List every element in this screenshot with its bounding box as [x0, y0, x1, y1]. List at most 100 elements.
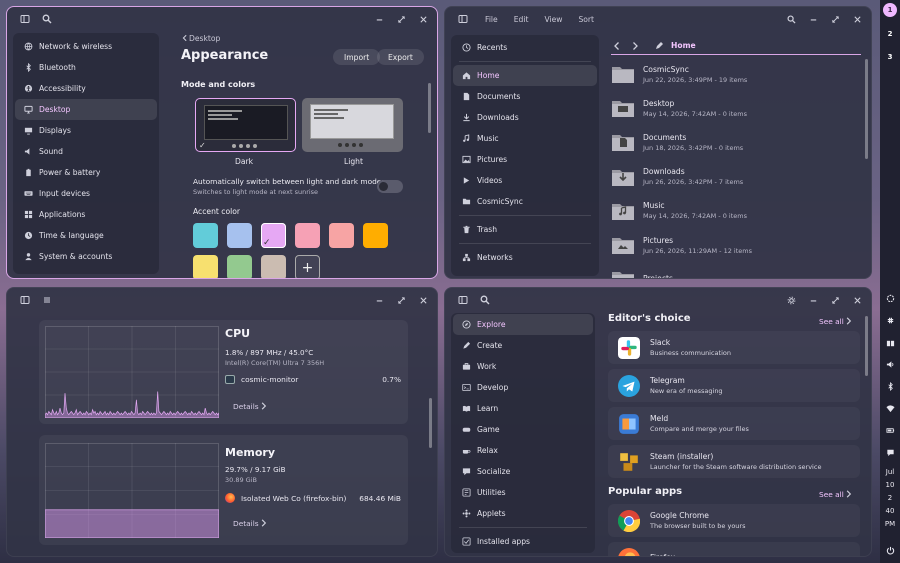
menu-edit[interactable]: Edit: [514, 15, 529, 24]
clock[interactable]: Jul 10 2 40 PM: [880, 466, 900, 531]
maximize-icon[interactable]: [395, 13, 407, 25]
close-icon[interactable]: [851, 294, 863, 306]
sidebar-toggle-icon[interactable]: [457, 13, 469, 25]
sidebar-item-pictures[interactable]: Pictures: [453, 149, 597, 170]
close-icon[interactable]: [417, 13, 429, 25]
menu-file[interactable]: File: [485, 15, 498, 24]
sidebar-item-installed-apps[interactable]: Installed apps: [453, 531, 593, 552]
forward-arrow-icon[interactable]: [629, 40, 641, 52]
sidebar-item-network-wireless[interactable]: Network & wireless: [15, 36, 157, 57]
list-item[interactable]: Desktop May 14, 2026, 7:42AM - 0 items: [611, 93, 859, 123]
light-theme-preview[interactable]: [302, 98, 403, 152]
sidebar-item-applets[interactable]: Applets: [453, 503, 593, 524]
slack-tray-icon[interactable]: [884, 314, 896, 326]
files-scrollbar[interactable]: [865, 59, 868, 159]
edit-path-icon[interactable]: [653, 40, 665, 52]
volume-icon[interactable]: [884, 358, 896, 370]
sidebar-item-explore[interactable]: Explore: [453, 314, 593, 335]
power-icon[interactable]: [884, 544, 896, 556]
battery-icon[interactable]: [884, 424, 896, 436]
workspace-1[interactable]: 1: [883, 3, 897, 17]
sidebar-item-downloads[interactable]: Downloads: [453, 107, 597, 128]
settings-scrollbar[interactable]: [428, 83, 431, 133]
wifi-icon[interactable]: [884, 402, 896, 414]
app-card-steam-installer-[interactable]: Steam (installer) Launcher for the Steam…: [608, 445, 860, 478]
accent-swatch[interactable]: [227, 255, 252, 278]
minimize-icon[interactable]: [373, 13, 385, 25]
app-card-meld[interactable]: Meld Compare and merge your files: [608, 407, 860, 440]
sidebar-item-cosmicsync[interactable]: CosmicSync: [453, 191, 597, 212]
accent-swatch[interactable]: [329, 223, 354, 248]
search-icon[interactable]: [785, 13, 797, 25]
search-icon[interactable]: [479, 294, 491, 306]
sidebar-item-home[interactable]: Home: [453, 65, 597, 86]
list-item[interactable]: CosmicSync Jun 22, 2026, 3:49PM - 19 ite…: [611, 59, 859, 89]
auto-switch-toggle[interactable]: [377, 180, 403, 193]
accent-swatch[interactable]: [227, 223, 252, 248]
accent-swatch[interactable]: ✓: [261, 223, 286, 248]
search-icon[interactable]: [41, 13, 53, 25]
import-button[interactable]: Import: [333, 49, 381, 65]
menu-sort[interactable]: Sort: [578, 15, 594, 24]
sidebar-item-networks[interactable]: Networks: [453, 247, 597, 268]
accent-swatch[interactable]: [363, 223, 388, 248]
sidebar-item-input-devices[interactable]: Input devices: [15, 183, 157, 204]
maximize-icon[interactable]: [829, 294, 841, 306]
apps-icon[interactable]: [884, 292, 896, 304]
minimize-icon[interactable]: [373, 294, 385, 306]
sidebar-item-videos[interactable]: Videos: [453, 170, 597, 191]
sidebar-item-time-language[interactable]: Time & language: [15, 225, 157, 246]
sidebar-item-trash[interactable]: Trash: [453, 219, 597, 240]
maximize-icon[interactable]: [395, 294, 407, 306]
bluetooth-icon[interactable]: [884, 380, 896, 392]
app-card-firefox[interactable]: Firefox: [608, 542, 860, 556]
sidebar-item-desktop[interactable]: Desktop: [15, 99, 157, 120]
sidebar-toggle-icon[interactable]: [19, 13, 31, 25]
accent-swatch[interactable]: [295, 223, 320, 248]
workspace-2[interactable]: 2: [883, 27, 897, 41]
monitor-scrollbar[interactable]: [429, 398, 432, 448]
sidebar-item-sound[interactable]: Sound: [15, 141, 157, 162]
sidebar-item-power-battery[interactable]: Power & battery: [15, 162, 157, 183]
list-item[interactable]: Projects: [611, 264, 859, 278]
accent-swatch[interactable]: [193, 255, 218, 278]
sidebar-item-system-accounts[interactable]: System & accounts: [15, 246, 157, 267]
cpu-details-link[interactable]: Details: [233, 400, 268, 412]
sidebar-item-music[interactable]: Music: [453, 128, 597, 149]
sidebar-item-documents[interactable]: Documents: [453, 86, 597, 107]
accent-swatch[interactable]: [261, 255, 286, 278]
maximize-icon[interactable]: [829, 13, 841, 25]
app-card-slack[interactable]: Slack Business communication: [608, 331, 860, 364]
sidebar-item-socialize[interactable]: Socialize: [453, 461, 593, 482]
store-scrollbar[interactable]: [865, 316, 868, 376]
sidebar-item-utilities[interactable]: Utilities: [453, 482, 593, 503]
sidebar-item-recents[interactable]: Recents: [453, 37, 597, 58]
workspace-3[interactable]: 3: [883, 50, 897, 64]
menu-icon[interactable]: [41, 294, 53, 306]
path-label[interactable]: Home: [671, 41, 696, 50]
list-item[interactable]: Downloads Jun 26, 2026, 3:42PM - 7 items: [611, 162, 859, 192]
sidebar-item-work[interactable]: Work: [453, 356, 593, 377]
menu-view[interactable]: View: [544, 15, 562, 24]
minimize-icon[interactable]: [807, 294, 819, 306]
sidebar-toggle-icon[interactable]: [19, 294, 31, 306]
dark-theme-preview[interactable]: ✓: [195, 98, 296, 152]
minimize-icon[interactable]: [807, 13, 819, 25]
notifications-icon[interactable]: [884, 446, 896, 458]
add-accent-button[interactable]: +: [295, 255, 320, 278]
sidebar-item-create[interactable]: Create: [453, 335, 593, 356]
sidebar-item-relax[interactable]: Relax: [453, 440, 593, 461]
sidebar-item-bluetooth[interactable]: Bluetooth: [15, 57, 157, 78]
memory-details-link[interactable]: Details: [233, 517, 268, 529]
sidebar-item-learn[interactable]: Learn: [453, 398, 593, 419]
app-card-google-chrome[interactable]: Google Chrome The browser built to be yo…: [608, 504, 860, 537]
popular-see-all[interactable]: See all: [819, 488, 853, 500]
back-arrow-icon[interactable]: [611, 40, 623, 52]
list-item[interactable]: Music May 14, 2026, 7:42AM - 0 items: [611, 196, 859, 226]
sidebar-toggle-icon[interactable]: [457, 294, 469, 306]
layout-icon[interactable]: [884, 337, 896, 349]
accent-swatch[interactable]: [193, 223, 218, 248]
sidebar-item-game[interactable]: Game: [453, 419, 593, 440]
sidebar-item-accessibility[interactable]: Accessibility: [15, 78, 157, 99]
sidebar-item-develop[interactable]: Develop: [453, 377, 593, 398]
